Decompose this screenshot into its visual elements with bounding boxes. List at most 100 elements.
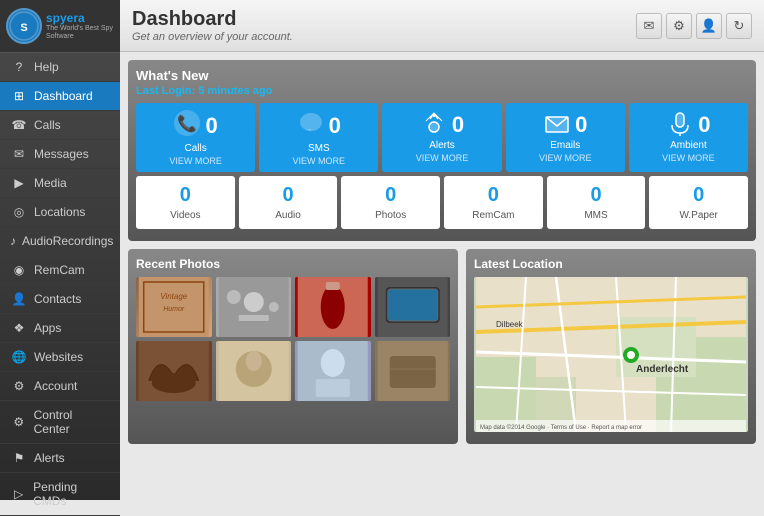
calls-stat-label: Calls	[140, 143, 251, 154]
account-icon: ⚙	[10, 379, 28, 393]
sidebar-item-locations[interactable]: ◎ Locations	[0, 198, 120, 227]
emails-stat-value: 0	[575, 112, 587, 138]
videos-value: 0	[140, 184, 231, 207]
dashboard-icon: ⊞	[10, 89, 28, 103]
email-button[interactable]: ✉	[636, 13, 662, 39]
ambient-stat-value: 0	[698, 112, 710, 138]
websites-icon: 🌐	[10, 350, 28, 364]
sidebar-item-websites[interactable]: 🌐 Websites	[0, 343, 120, 372]
svg-text:Anderlecht: Anderlecht	[636, 364, 689, 375]
sidebar-item-alerts[interactable]: ⚑ Alerts	[0, 444, 120, 473]
svg-text:Vintage: Vintage	[160, 292, 188, 301]
calls-icon: ☎	[10, 118, 28, 132]
pending-icon: ▷	[10, 487, 27, 501]
recent-photos-title: Recent Photos	[136, 257, 450, 271]
sms-stat-icon	[297, 109, 325, 143]
svg-text:S: S	[20, 22, 27, 34]
logo-area: S spyera The World's Best Spy Software	[0, 0, 120, 53]
logo-text: spyera	[46, 11, 114, 25]
audio-icon: ♪	[10, 234, 16, 248]
dashboard-content: What's New Last Login: 5 minutes ago 📞 0…	[120, 52, 764, 500]
photo-7[interactable]	[295, 341, 371, 401]
alerts-viewmore[interactable]: VIEW MORE	[386, 153, 497, 163]
contacts-icon: 👤	[10, 292, 28, 306]
svg-text:Dilbeek: Dilbeek	[496, 320, 524, 329]
latest-location-title: Latest Location	[474, 257, 748, 271]
logo-icon: S	[6, 8, 42, 44]
emails-stat-icon	[543, 109, 571, 140]
logo-tagline: The World's Best Spy Software	[46, 25, 114, 42]
sidebar-item-audiorecordings[interactable]: ♪ AudioRecordings	[0, 227, 120, 256]
svg-text:Map data ©2014 Google · Terms: Map data ©2014 Google · Terms of Use · R…	[480, 424, 642, 431]
media-icon: ▶	[10, 176, 28, 190]
photo-2[interactable]	[216, 277, 292, 337]
sidebar-item-media[interactable]: ▶ Media	[0, 169, 120, 198]
photo-5[interactable]	[136, 341, 212, 401]
user-button[interactable]: 👤	[696, 13, 722, 39]
photos-value: 0	[345, 184, 436, 207]
calls-stat-icon: 📞	[173, 109, 201, 143]
emails-viewmore[interactable]: VIEW MORE	[510, 153, 621, 163]
page-title: Dashboard	[132, 8, 293, 31]
locations-icon: ◎	[10, 205, 28, 219]
topbar: Dashboard Get an overview of your accoun…	[120, 0, 764, 52]
apps-icon: ❖	[10, 321, 28, 335]
alerts-stat-icon	[420, 109, 448, 140]
stat-remcam: 0 RemCam	[444, 176, 543, 229]
last-login: Last Login: 5 minutes ago	[136, 85, 748, 97]
calls-stat-value: 0	[205, 113, 217, 139]
stat-calls: 📞 0 Calls VIEW MORE	[136, 103, 255, 172]
sidebar-item-help[interactable]: ? Help	[0, 53, 120, 82]
sidebar-item-dashboard[interactable]: ⊞ Dashboard	[0, 82, 120, 111]
stat-mms: 0 MMS	[547, 176, 646, 229]
remcam-label: RemCam	[472, 210, 514, 221]
sms-stat-value: 0	[329, 113, 341, 139]
bottom-stats-row: 0 Videos 0 Audio 0 Photos 0 RemCam 0 M	[136, 176, 748, 229]
photo-1[interactable]: Vintage Humor	[136, 277, 212, 337]
alerts-stat-value: 0	[452, 112, 464, 138]
calls-viewmore[interactable]: VIEW MORE	[140, 156, 251, 166]
sidebar-item-pending-cmds[interactable]: ▷ Pending CMDs	[0, 473, 120, 516]
bottom-section: Recent Photos Vintage Humor	[128, 249, 756, 444]
ambient-viewmore[interactable]: VIEW MORE	[633, 153, 744, 163]
alerts-icon: ⚑	[10, 451, 28, 465]
photo-8[interactable]	[375, 341, 451, 401]
sidebar-item-messages[interactable]: ✉ Messages	[0, 140, 120, 169]
top-stats-row: 📞 0 Calls VIEW MORE 0 SMS	[136, 103, 748, 172]
audio-label: Audio	[275, 210, 301, 221]
sidebar-item-control-center[interactable]: ⚙ Control Center	[0, 401, 120, 444]
sms-viewmore[interactable]: VIEW MORE	[263, 156, 374, 166]
page-subtitle: Get an overview of your account.	[132, 31, 293, 43]
gear-button[interactable]: ⚙	[666, 13, 692, 39]
stat-audio: 0 Audio	[239, 176, 338, 229]
remcam-icon: ◉	[10, 263, 28, 277]
photo-4[interactable]	[375, 277, 451, 337]
stat-videos: 0 Videos	[136, 176, 235, 229]
sidebar: S spyera The World's Best Spy Software ?…	[0, 0, 120, 500]
photos-grid: Vintage Humor	[136, 277, 450, 401]
ambient-stat-icon	[666, 109, 694, 140]
mms-value: 0	[551, 184, 642, 207]
wpaper-label: W.Paper	[680, 210, 718, 221]
main-content: Dashboard Get an overview of your accoun…	[120, 0, 764, 500]
photo-6[interactable]	[216, 341, 292, 401]
photo-3[interactable]	[295, 277, 371, 337]
sidebar-item-remcam[interactable]: ◉ RemCam	[0, 256, 120, 285]
mms-label: MMS	[584, 210, 607, 221]
alerts-stat-label: Alerts	[386, 140, 497, 151]
refresh-button[interactable]: ↻	[726, 13, 752, 39]
stat-ambient: 0 Ambient VIEW MORE	[629, 103, 748, 172]
sidebar-item-calls[interactable]: ☎ Calls	[0, 111, 120, 140]
videos-label: Videos	[170, 210, 200, 221]
sidebar-item-account[interactable]: ⚙ Account	[0, 372, 120, 401]
remcam-value: 0	[448, 184, 539, 207]
stat-sms: 0 SMS VIEW MORE	[259, 103, 378, 172]
stat-photos: 0 Photos	[341, 176, 440, 229]
control-center-icon: ⚙	[10, 415, 28, 429]
whats-new-panel: What's New Last Login: 5 minutes ago 📞 0…	[128, 60, 756, 241]
stat-alerts: 0 Alerts VIEW MORE	[382, 103, 501, 172]
sidebar-item-contacts[interactable]: 👤 Contacts	[0, 285, 120, 314]
photos-label: Photos	[375, 210, 406, 221]
sidebar-item-apps[interactable]: ❖ Apps	[0, 314, 120, 343]
help-icon: ?	[10, 60, 28, 74]
